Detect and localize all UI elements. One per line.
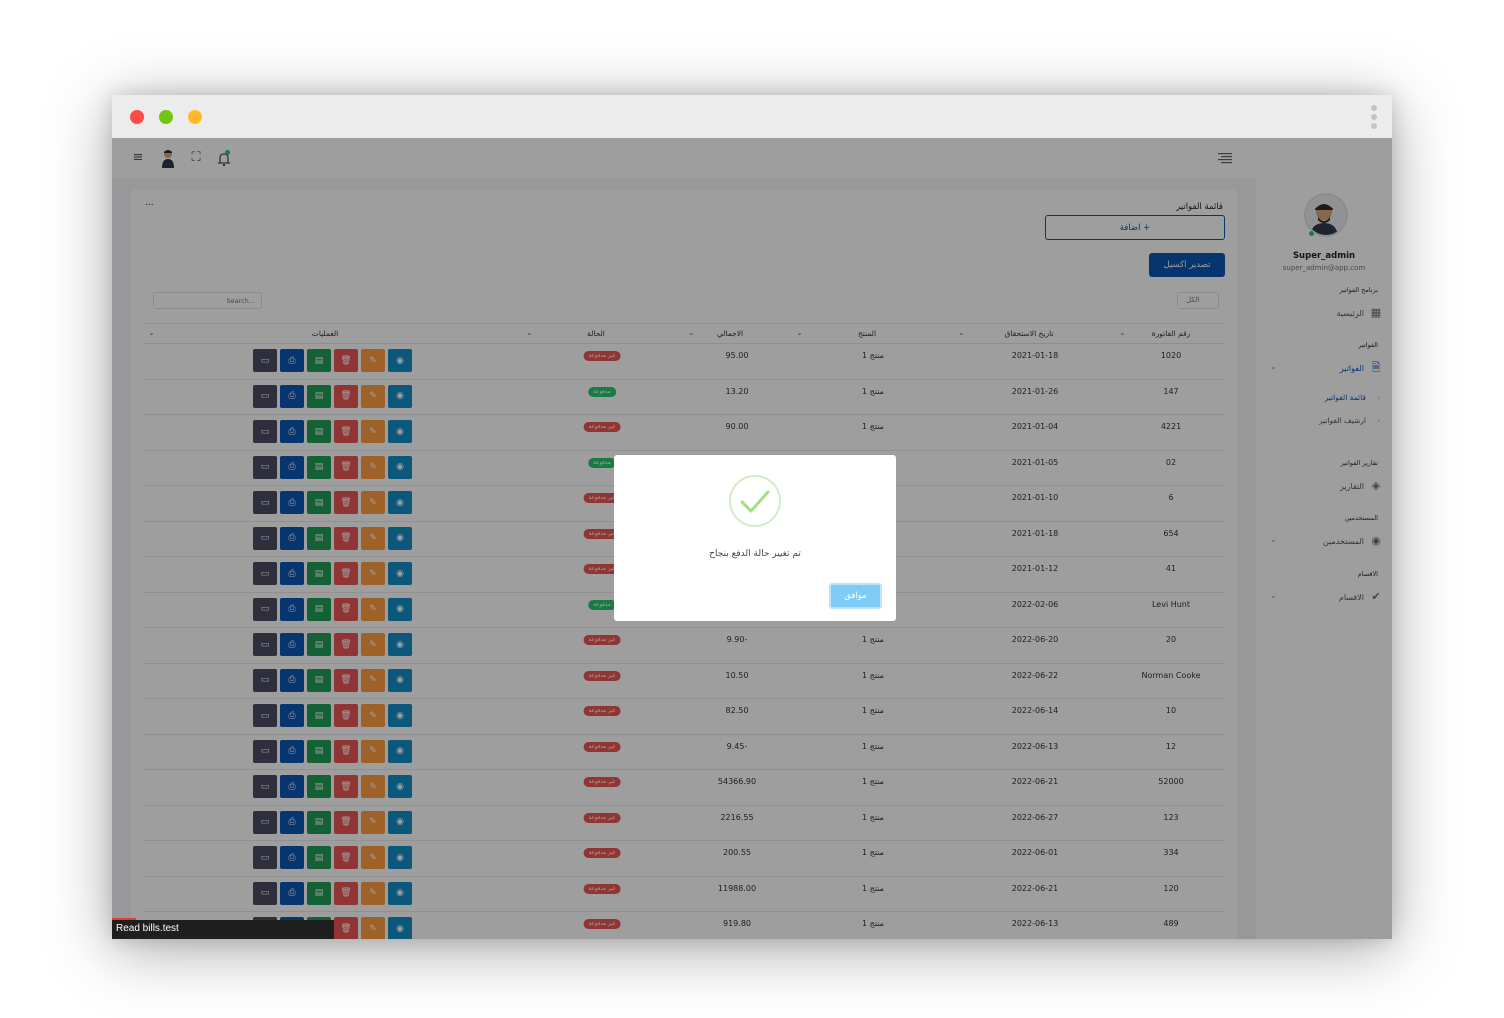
minimize-window-button[interactable]: [188, 110, 202, 124]
browser-status-bar: Read bills.test: [112, 920, 334, 939]
success-dialog: تم تغيير حالة الدفع بنجاح موافق: [614, 455, 896, 621]
window-titlebar: [112, 95, 1392, 138]
app-content: ≡ ⛶ قائمة الفواتير ... + اضافة تصدير اكس…: [112, 138, 1392, 939]
dialog-message: تم تغيير حالة الدفع بنجاح: [709, 549, 801, 559]
success-check-icon: [729, 475, 781, 527]
ok-button[interactable]: موافق: [829, 583, 882, 609]
close-window-button[interactable]: [130, 110, 144, 124]
maximize-window-button[interactable]: [159, 110, 173, 124]
window-menu-icon[interactable]: [1370, 105, 1378, 129]
browser-window: ≡ ⛶ قائمة الفواتير ... + اضافة تصدير اكس…: [112, 95, 1392, 939]
modal-backdrop[interactable]: تم تغيير حالة الدفع بنجاح موافق: [112, 138, 1392, 939]
